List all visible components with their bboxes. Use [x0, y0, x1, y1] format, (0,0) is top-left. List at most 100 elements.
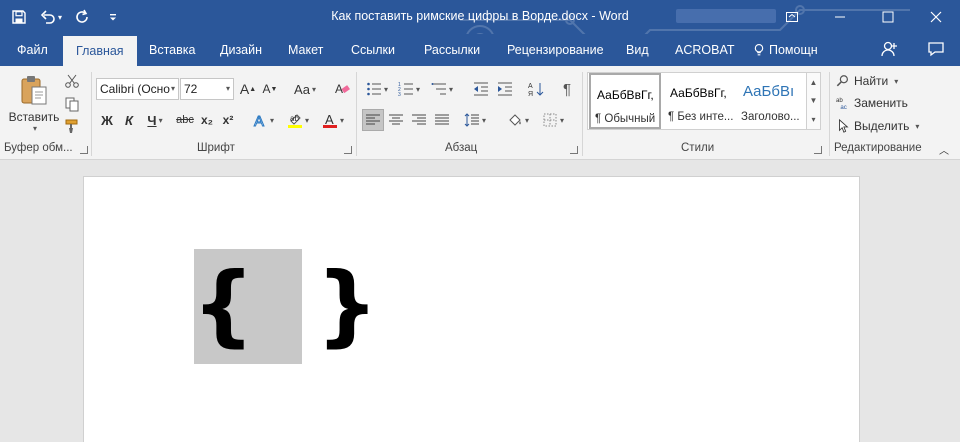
bullets-button[interactable]: ▾ — [362, 78, 392, 100]
paragraph-group-label: Абзац — [445, 142, 478, 154]
style-heading[interactable]: АаБбВı Заголово... — [737, 73, 809, 129]
customize-qat-button[interactable] — [100, 4, 126, 30]
sort-icon: AЯ — [528, 83, 544, 97]
ribbon-display-options-button[interactable] — [768, 0, 816, 34]
align-right-button[interactable] — [408, 109, 430, 131]
line-spacing-button[interactable]: ▾ — [459, 109, 491, 131]
show-formatting-marks-button[interactable]: ¶ — [557, 78, 577, 100]
find-button[interactable]: Найти ▾ — [836, 71, 898, 91]
style-name: Заголово... — [741, 111, 800, 123]
increase-indent-button[interactable] — [494, 78, 516, 100]
tab-layout[interactable]: Макет — [288, 34, 323, 66]
tab-references[interactable]: Ссылки — [351, 34, 395, 66]
share-button[interactable] — [880, 40, 898, 61]
document-text[interactable]: { } — [192, 235, 379, 375]
font-size-combo[interactable]: 72 ▾ — [180, 78, 234, 100]
gallery-scroll-up-icon[interactable]: ▲ — [810, 78, 818, 87]
style-normal[interactable]: АаБбВвГг, ¶ Обычный — [589, 73, 661, 129]
redo-button[interactable] — [70, 4, 96, 30]
underline-label: Ч — [147, 112, 157, 128]
paste-button[interactable]: Вставить ▾ — [6, 70, 62, 136]
replace-button[interactable]: ab ac Заменить — [836, 93, 908, 113]
shrink-font-button[interactable]: A ▼ — [261, 78, 279, 100]
numbering-icon: 123 — [398, 82, 413, 97]
find-label: Найти — [854, 74, 889, 88]
sort-button[interactable]: AЯ — [525, 78, 547, 100]
comments-button[interactable] — [927, 40, 945, 61]
select-label: Выделить — [854, 119, 910, 133]
numbering-button[interactable]: 1 2 3 ▾ — [394, 78, 424, 100]
minimize-button[interactable] — [816, 0, 864, 34]
replace-icon: abac — [836, 97, 847, 110]
superscript-button[interactable]: x² — [219, 109, 237, 131]
style-no-spacing[interactable]: АаБбВвГг, ¶ Без инте... — [664, 73, 736, 129]
font-dialog-launcher[interactable] — [344, 146, 352, 154]
collapse-ribbon-button[interactable]: ︿ — [936, 142, 952, 157]
align-center-icon — [389, 114, 403, 125]
tab-view[interactable]: Вид — [626, 34, 649, 66]
style-name: ¶ Обычный — [595, 113, 656, 125]
account-name-redacted — [676, 9, 776, 23]
separator — [829, 72, 830, 156]
paragraph-dialog-launcher[interactable] — [570, 146, 578, 154]
document-page[interactable]: { } — [83, 176, 860, 442]
tell-me-box[interactable]: Помощн — [752, 34, 818, 66]
select-button[interactable]: Выделить ▾ — [836, 116, 919, 136]
svg-text:3: 3 — [398, 92, 401, 97]
font-name-dropdown-icon[interactable]: ▾ — [171, 79, 175, 99]
paste-dropdown-icon[interactable]: ▾ — [33, 124, 37, 133]
tab-file[interactable]: Файл — [17, 34, 48, 66]
align-left-button[interactable] — [362, 109, 384, 131]
font-color-button[interactable]: A ▾ — [318, 109, 348, 131]
change-case-label: Aa — [294, 81, 310, 97]
svg-text:ab: ab — [836, 97, 843, 104]
styles-dialog-launcher[interactable] — [814, 146, 822, 154]
text-effects-button[interactable]: A ▾ — [249, 109, 277, 131]
svg-text:A: A — [528, 83, 533, 90]
title-bar: ▾ Как поставить римские цифры в Ворде.do… — [0, 0, 960, 61]
undo-dropdown-icon[interactable]: ▾ — [58, 13, 62, 22]
undo-button[interactable]: ▾ — [36, 4, 66, 30]
maximize-button[interactable] — [864, 0, 912, 34]
format-painter-button[interactable] — [62, 116, 82, 136]
tell-me-label: Помощн — [769, 43, 818, 57]
shading-button[interactable]: ▾ — [502, 109, 534, 131]
multilevel-list-button[interactable]: ▾ — [427, 78, 457, 100]
close-button[interactable] — [912, 0, 960, 34]
tab-design[interactable]: Дизайн — [220, 34, 262, 66]
strikethrough-button[interactable]: abc — [174, 109, 196, 131]
window-controls — [768, 0, 960, 34]
chevron-up-icon: ︿ — [939, 145, 949, 157]
subscript-button[interactable]: x₂ — [198, 109, 216, 131]
change-case-button[interactable]: Aa ▾ — [288, 78, 322, 100]
cut-button[interactable] — [62, 71, 82, 91]
tab-acrobat[interactable]: ACROBAT — [675, 34, 735, 66]
save-button[interactable] — [6, 4, 32, 30]
grow-font-button[interactable]: A ▲ — [239, 78, 257, 100]
borders-button[interactable]: ▾ — [537, 109, 569, 131]
highlight-color-button[interactable]: ab ▾ — [281, 109, 315, 131]
save-icon — [12, 10, 26, 24]
clipboard-dialog-launcher[interactable] — [80, 146, 88, 154]
svg-text:A: A — [254, 113, 264, 128]
gallery-more-icon[interactable]: ▾ — [811, 115, 815, 124]
gallery-scroll-down-icon[interactable]: ▼ — [810, 96, 818, 105]
italic-button[interactable]: К — [119, 109, 139, 131]
justify-button[interactable] — [431, 109, 453, 131]
clear-formatting-button[interactable]: A — [331, 78, 353, 100]
underline-button[interactable]: Ч ▾ — [142, 109, 168, 131]
tab-mailings[interactable]: Рассылки — [424, 34, 480, 66]
bold-button[interactable]: Ж — [97, 109, 117, 131]
styles-gallery: АаБбВвГг, ¶ Обычный АаБбВвГг, ¶ Без инте… — [587, 72, 821, 130]
font-size-dropdown-icon[interactable]: ▾ — [226, 79, 230, 99]
ribbon-tabs: Файл Главная Вставка Дизайн Макет Ссылки… — [0, 34, 960, 66]
maximize-icon — [882, 11, 894, 23]
font-name-combo[interactable]: Calibri (Осно ▾ — [96, 78, 179, 100]
tab-review[interactable]: Рецензирование — [507, 34, 604, 66]
decrease-indent-button[interactable] — [470, 78, 492, 100]
tab-home[interactable]: Главная — [63, 36, 137, 66]
svg-text:A: A — [325, 112, 334, 127]
tab-insert[interactable]: Вставка — [149, 34, 195, 66]
copy-button[interactable] — [62, 94, 82, 114]
align-center-button[interactable] — [385, 109, 407, 131]
